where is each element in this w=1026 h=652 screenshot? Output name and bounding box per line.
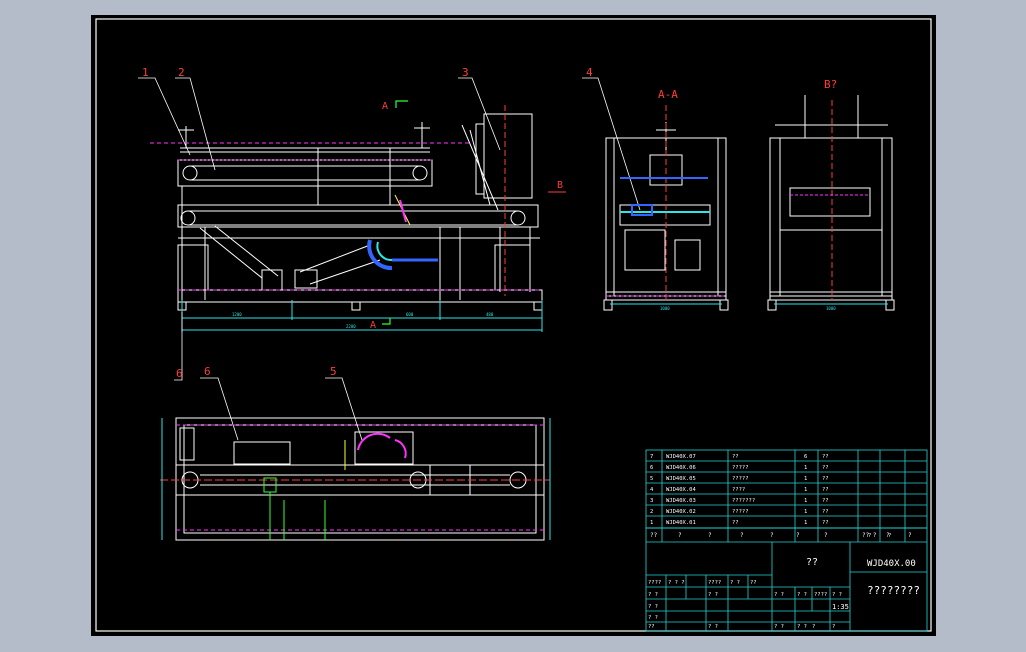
bom-cell-mat: ?? bbox=[822, 465, 829, 471]
bom-cell-name: ????? bbox=[732, 476, 749, 482]
section-marker-b: B bbox=[557, 180, 563, 191]
bom-cell-name: ?? bbox=[732, 454, 739, 460]
bom-cell-code: WJD40X.04 bbox=[666, 487, 696, 493]
bom-cell-mat: ?? bbox=[822, 454, 829, 460]
title-block-label: ? ? bbox=[832, 592, 842, 598]
title-block-label: ? bbox=[888, 533, 891, 539]
title-block-label: ? ? bbox=[708, 624, 718, 630]
bom-cell-name: ????? bbox=[732, 465, 749, 471]
bom-cell-name: ??????? bbox=[732, 498, 755, 504]
bom-cell-code: WJD40X.03 bbox=[666, 498, 696, 504]
section-marker-a-bottom: A bbox=[370, 320, 376, 331]
balloon-6b: 6 bbox=[176, 367, 183, 380]
title-block-label: ? ? bbox=[648, 592, 658, 598]
dim-front-1: 1200 bbox=[232, 312, 242, 317]
title-block-label: ? bbox=[812, 624, 815, 630]
title-block-label: ? ? bbox=[797, 624, 807, 630]
bom-cell-mat: ?? bbox=[822, 498, 829, 504]
bom-header-cell: ? bbox=[824, 532, 828, 539]
title-block-label: ? ? bbox=[708, 592, 718, 598]
balloon-2: 2 bbox=[178, 66, 185, 79]
view-aa-title: A-A bbox=[658, 88, 678, 101]
title-block-label: ? ? bbox=[774, 624, 784, 630]
title-block-label: ? bbox=[832, 624, 835, 630]
bom-header-cell: ? bbox=[740, 532, 744, 539]
section-marker-a-top: A bbox=[382, 101, 388, 112]
balloon-6: 6 bbox=[204, 365, 211, 378]
dim-front-4: 600 bbox=[406, 312, 414, 317]
balloon-4: 4 bbox=[586, 66, 593, 79]
bom-header-cell: ? bbox=[908, 532, 912, 539]
bom-header-cell: ?? bbox=[650, 532, 658, 539]
balloon-5: 5 bbox=[330, 365, 337, 378]
bom-cell-name: ???? bbox=[732, 487, 745, 493]
title-block-label: ? bbox=[868, 533, 871, 539]
bom-cell-no: 1 bbox=[650, 520, 653, 526]
bom-cell-mat: ?? bbox=[822, 476, 829, 482]
title-block-label: ???? bbox=[814, 592, 827, 598]
bom-cell-mat: ?? bbox=[822, 487, 829, 493]
bom-cell-qty: 1 bbox=[804, 509, 807, 515]
balloon-3: 3 bbox=[462, 66, 469, 79]
bom-header-cell: ? bbox=[678, 532, 682, 539]
title-block-label: ???? bbox=[708, 580, 721, 586]
title-block-label: ? ? bbox=[730, 580, 740, 586]
title-block-label: ???? bbox=[648, 580, 661, 586]
bom-cell-no: 5 bbox=[650, 476, 653, 482]
bom-cell-no: 3 bbox=[650, 498, 653, 504]
bom-cell-qty: 1 bbox=[804, 498, 807, 504]
drawing-number: WJD40X.00 bbox=[867, 559, 916, 569]
company-name: ???????? bbox=[867, 584, 920, 597]
bom-cell-qty: 6 bbox=[804, 454, 807, 460]
title-block-label: ?? bbox=[648, 624, 655, 630]
drawing-background bbox=[91, 15, 936, 636]
scale: 1:35 bbox=[832, 603, 849, 611]
bom-header-cell: ? bbox=[796, 532, 800, 539]
bom-cell-name: ?? bbox=[732, 520, 739, 526]
bom-cell-code: WJD40X.06 bbox=[666, 465, 696, 471]
bom-cell-qty: 1 bbox=[804, 476, 807, 482]
title-block-label: ?? bbox=[750, 580, 757, 586]
balloon-1: 1 bbox=[142, 66, 149, 79]
bom-cell-no: 6 bbox=[650, 465, 653, 471]
bom-header-cell: ? bbox=[708, 532, 712, 539]
cad-drawing-sheet: 1200 2280 480 600 A A B 1 2 3 4 5 6 6 A-… bbox=[91, 15, 936, 636]
title-block-label: ? ? bbox=[648, 604, 658, 610]
bom-cell-no: 2 bbox=[650, 509, 653, 515]
dim-bb: 1000 bbox=[826, 306, 836, 311]
dim-front-3: 480 bbox=[486, 312, 494, 317]
bom-cell-no: 7 bbox=[650, 454, 653, 460]
bom-cell-mat: ?? bbox=[822, 509, 829, 515]
bom-cell-qty: 1 bbox=[804, 520, 807, 526]
bom-cell-qty: 1 bbox=[804, 487, 807, 493]
title-block-label: ? ? bbox=[648, 615, 658, 621]
view-b-title: B? bbox=[824, 78, 837, 91]
part-name: ?? bbox=[806, 557, 818, 568]
bom-cell-code: WJD40X.07 bbox=[666, 454, 696, 460]
title-block-label: ? ? ? bbox=[668, 580, 685, 586]
dim-front-2: 2280 bbox=[346, 324, 356, 329]
bom-cell-code: WJD40X.01 bbox=[666, 520, 696, 526]
title-block-label: ? ? bbox=[774, 592, 784, 598]
bom-cell-qty: 1 bbox=[804, 465, 807, 471]
dim-aa: 1000 bbox=[660, 306, 670, 311]
bom-cell-mat: ?? bbox=[822, 520, 829, 526]
bom-cell-code: WJD40X.02 bbox=[666, 509, 696, 515]
bom-cell-name: ????? bbox=[732, 509, 749, 515]
bom-header-cell: ? bbox=[770, 532, 774, 539]
bom-cell-code: WJD40X.05 bbox=[666, 476, 696, 482]
title-block-label: ? ? bbox=[797, 592, 807, 598]
